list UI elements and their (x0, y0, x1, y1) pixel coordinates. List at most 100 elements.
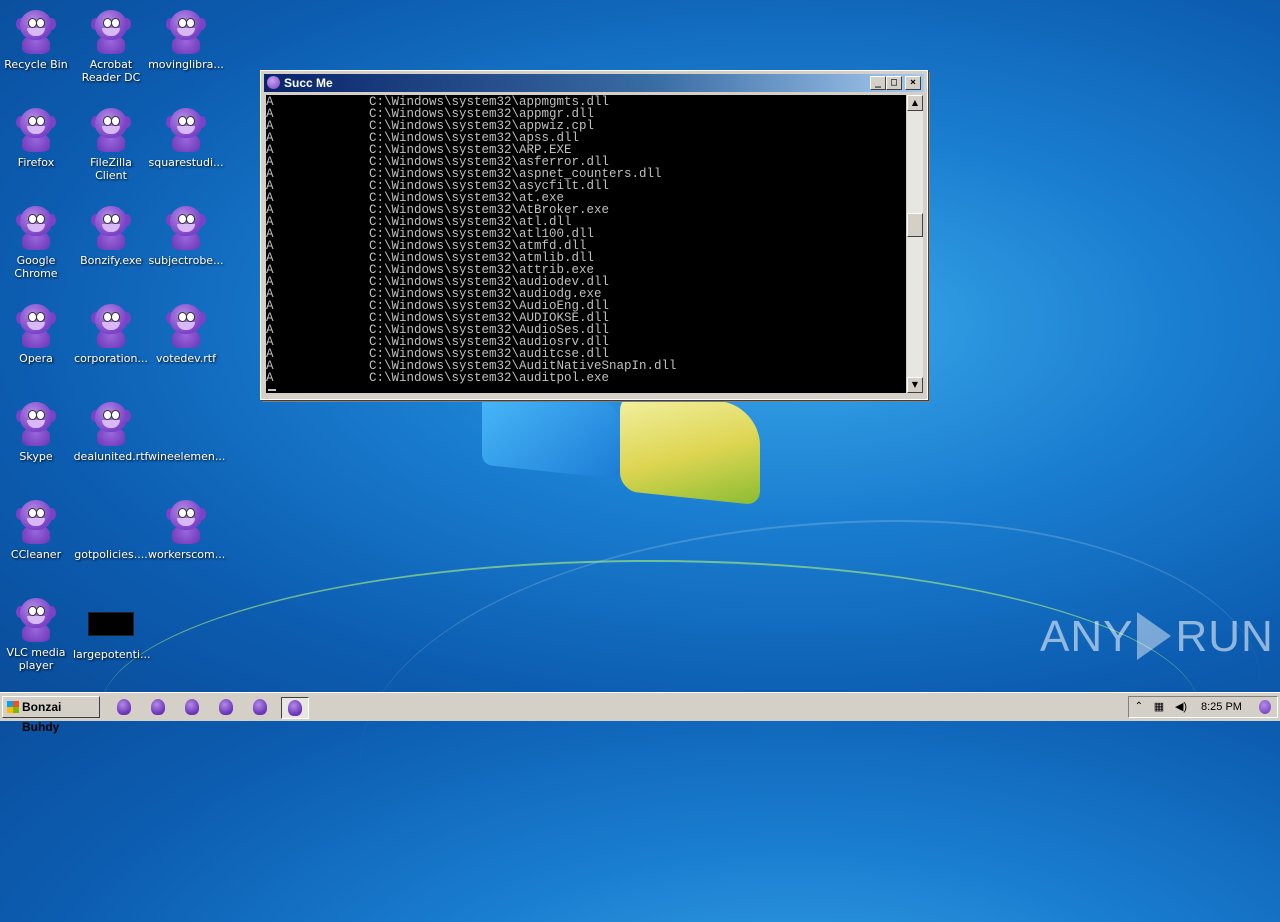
desktop-icon[interactable]: movinglibra... (148, 8, 224, 71)
desktop-icon[interactable]: Recycle Bin (0, 8, 74, 71)
blank-file-icon (91, 498, 131, 544)
desktop-icon[interactable]: largepotenti... (73, 596, 151, 661)
bonzi-taskbar-icon[interactable] (281, 697, 309, 719)
desktop-icon[interactable]: wineelemen... (148, 400, 225, 463)
file-attribute: A (266, 143, 274, 157)
file-path: C:\Windows\system32\auditpol.exe (369, 371, 610, 385)
bonzi-tray-icon[interactable] (1257, 699, 1273, 715)
bonzi-icon (16, 204, 56, 250)
file-attribute: A (266, 155, 274, 169)
desktop-icon[interactable]: dealunited.rtf (73, 400, 149, 463)
desktop-icon[interactable]: Bonzify.exe (73, 204, 149, 267)
desktop-icon[interactable]: gotpolicies.... (73, 498, 149, 561)
file-attribute: A (266, 359, 274, 373)
bonzi-icon (16, 106, 56, 152)
desktop-icon[interactable]: workerscom... (148, 498, 226, 561)
bonzi-taskbar-icon[interactable] (247, 697, 273, 717)
desktop-icon[interactable]: VLC media player (0, 596, 74, 672)
close-button[interactable]: × (905, 76, 921, 90)
desktop-icon[interactable]: Skype (0, 400, 74, 463)
chevron-up-icon[interactable]: ⌃ (1133, 699, 1145, 715)
clock[interactable]: 8:25 PM (1201, 697, 1242, 717)
bonzi-icon (91, 400, 131, 446)
desktop-icon[interactable]: squarestudi... (148, 106, 224, 169)
anyrun-watermark: ANY RUN (1040, 612, 1274, 666)
console-window[interactable]: Succ Me _ □ × A C:\Windows\system32\appmg… (260, 70, 928, 400)
desktop-icon-label: gotpolicies.... (74, 548, 148, 561)
file-attribute: A (266, 131, 274, 145)
bonzi-icon (166, 8, 206, 54)
bonzi-icon (91, 302, 131, 348)
file-attribute: A (266, 311, 274, 325)
wallpaper-logo-yellow (620, 390, 760, 506)
bonzi-taskbar-icon[interactable] (179, 697, 205, 717)
bonzi-icon (16, 498, 56, 544)
start-button[interactable]: Bonzai Buhdy (2, 696, 100, 734)
console-line: A C:\Windows\system32\asycfilt.dll (266, 179, 906, 193)
file-attribute: A (266, 179, 274, 193)
windows-logo-icon (7, 701, 19, 713)
vertical-scrollbar[interactable]: ▲ ▼ (907, 95, 923, 393)
file-attribute: A (266, 191, 274, 205)
desktop-icon-label: CCleaner (10, 548, 62, 561)
file-attribute: A (266, 335, 274, 349)
window-title-bar[interactable]: Succ Me _ □ × (264, 74, 924, 92)
file-attribute: A (266, 299, 274, 313)
bonzi-icon (16, 302, 56, 348)
file-attribute: A (266, 239, 274, 253)
maximize-button[interactable]: □ (886, 76, 902, 90)
file-attribute: A (266, 119, 274, 133)
system-tray: ⌃ ▦ ◀) 8:25 PM (1128, 696, 1278, 718)
minimize-button[interactable]: _ (870, 76, 886, 90)
file-attribute: A (266, 275, 274, 289)
bonzi-icon (91, 8, 131, 54)
scroll-up-button[interactable]: ▲ (907, 95, 923, 111)
desktop-icon[interactable]: CCleaner (0, 498, 74, 561)
desktop-icon-label: squarestudi... (148, 156, 224, 169)
desktop-icon-label: Opera (19, 352, 53, 365)
desktop-icon-label: FileZilla Client (90, 156, 132, 182)
desktop-icon[interactable]: Firefox (0, 106, 74, 169)
bonzi-taskbar-icon[interactable] (145, 697, 171, 717)
file-attribute: A (266, 323, 274, 337)
black-thumbnail-icon (88, 612, 134, 636)
console-output[interactable]: A C:\Windows\system32\appmgmts.dll A C:\Win… (266, 95, 906, 393)
desktop-icon-label: VLC media player (6, 646, 66, 672)
desktop-icon[interactable]: corporation... (73, 302, 149, 365)
desktop-icon[interactable]: Acrobat Reader DC (73, 8, 149, 84)
desktop-icon[interactable]: votedev.rtf (148, 302, 224, 365)
file-attribute: A (266, 203, 274, 217)
bonzi-icon (91, 106, 131, 152)
file-attribute: A (266, 287, 274, 301)
network-icon[interactable]: ▦ (1151, 699, 1167, 715)
blank-file-icon (166, 400, 206, 446)
desktop-icon-label: largepotenti... (73, 648, 151, 661)
desktop-icon[interactable]: FileZilla Client (73, 106, 149, 182)
desktop-icon-label: Acrobat Reader DC (81, 58, 141, 84)
scroll-down-button[interactable]: ▼ (907, 377, 923, 393)
file-attribute: A (266, 371, 274, 385)
desktop-icon-label: dealunited.rtf (73, 450, 149, 463)
desktop-icon[interactable]: Opera (0, 302, 74, 365)
bonzi-taskbar-icon[interactable] (111, 697, 137, 717)
window-title: Succ Me (284, 76, 333, 90)
watermark-right: RUN (1175, 612, 1274, 661)
volume-icon[interactable]: ◀) (1173, 699, 1189, 715)
desktop-icon-label: workerscom... (148, 548, 226, 561)
desktop-icon-label: Skype (19, 450, 53, 463)
scroll-thumb[interactable] (907, 213, 923, 237)
desktop-icon-label: movinglibra... (148, 58, 224, 71)
file-attribute: A (266, 263, 274, 277)
file-attribute: A (266, 227, 274, 241)
desktop-icon[interactable]: Google Chrome (0, 204, 74, 280)
file-attribute: A (266, 251, 274, 265)
file-attribute: A (266, 107, 274, 121)
bonzi-icon (166, 498, 206, 544)
bonzi-app-icon (267, 76, 280, 89)
desktop-icon[interactable]: subjectrobe... (148, 204, 224, 267)
desktop-icon-label: Recycle Bin (4, 58, 68, 71)
bonzi-taskbar-icon[interactable] (213, 697, 239, 717)
console-line: A C:\Windows\system32\appwiz.cpl (266, 119, 906, 133)
play-logo-icon (1137, 612, 1172, 661)
console-line: A C:\Windows\system32\AtBroker.exe (266, 203, 906, 217)
